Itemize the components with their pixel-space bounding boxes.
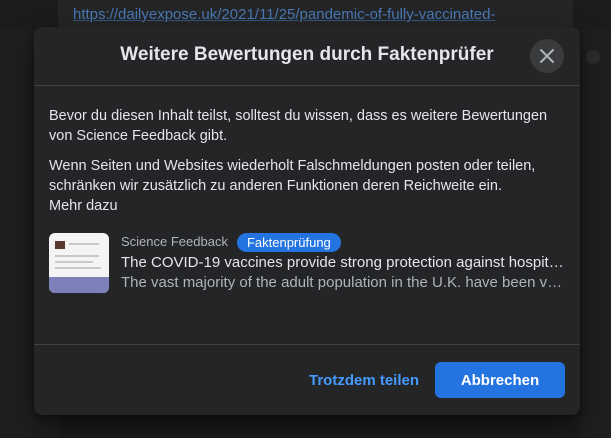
dialog-header: Weitere Bewertungen durch Faktenprüfer [34,27,580,86]
fact-check-dialog: Weitere Bewertungen durch Faktenprüfer B… [34,27,580,415]
fact-check-source: Science Feedback [121,234,228,249]
background-right-column [581,30,611,438]
article-thumbnail [49,233,109,293]
close-icon [540,49,554,63]
learn-more-link[interactable]: Mehr dazu [49,196,565,216]
background-icon [586,50,600,64]
dialog-body: Bevor du diesen Inhalt teilst, solltest … [34,86,580,297]
dialog-title: Weitere Bewertungen durch Faktenprüfer [120,44,494,65]
reach-paragraph: Wenn Seiten und Websites wiederholt Fals… [49,158,536,194]
fact-check-content: Science Feedback Faktenprüfung The COVID… [121,231,565,293]
background-url-link: https://dailyexpose.uk/2021/11/25/pandem… [58,0,573,30]
close-button[interactable] [530,39,564,73]
cancel-button[interactable]: Abbrechen [435,362,565,398]
info-paragraph: Bevor du diesen Inhalt teilst, solltest … [49,108,548,144]
fact-check-badge: Faktenprüfung [236,232,341,252]
fact-check-card[interactable]: Science Feedback Faktenprüfung The COVID… [49,231,565,297]
fact-check-claim: The COVID-19 vaccines provide strong pro… [121,254,565,271]
fact-check-description: The vast majority of the adult populatio… [121,274,565,291]
dialog-footer: Trotzdem teilen Abbrechen [34,344,580,415]
share-anyway-button[interactable]: Trotzdem teilen [299,362,429,398]
